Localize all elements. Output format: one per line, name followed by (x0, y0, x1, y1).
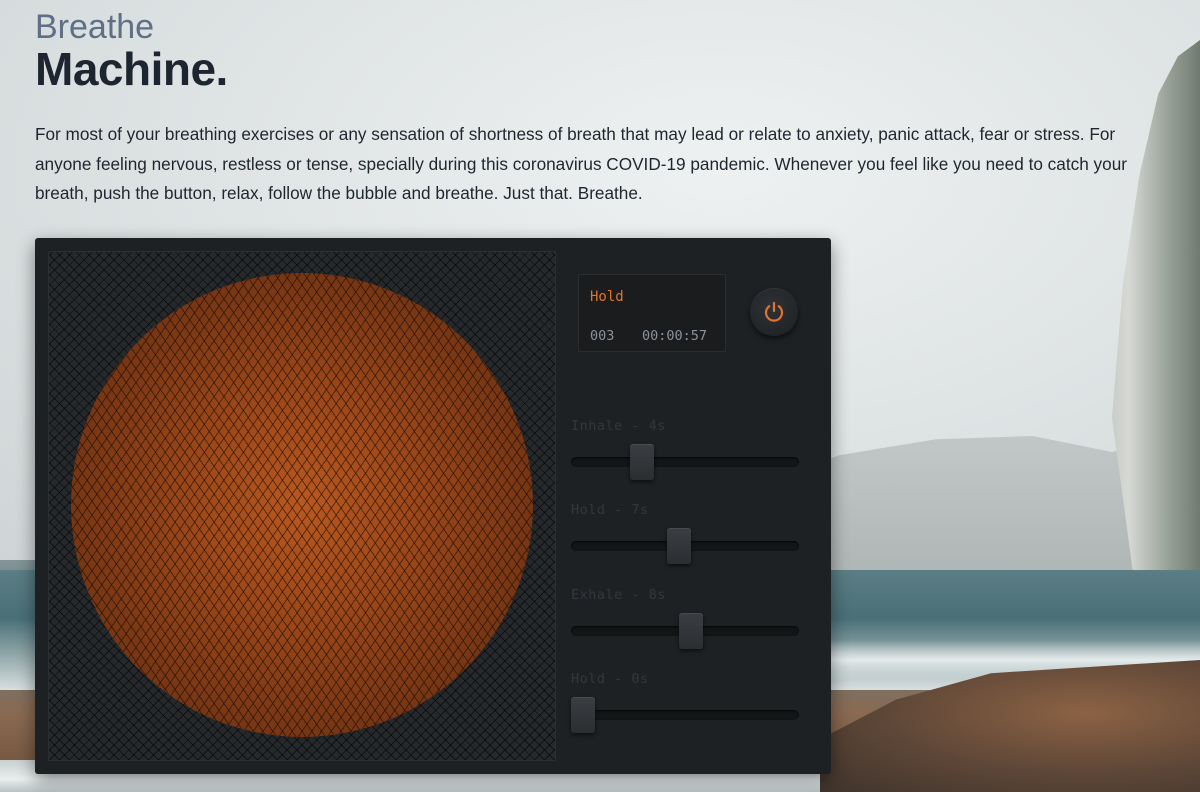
slider-thumb-hold-after[interactable] (571, 697, 595, 733)
status-display: Hold 003 00:00:57 (578, 274, 726, 352)
page-title-bold: Machine. (35, 43, 228, 95)
power-icon (764, 301, 784, 322)
slider-thumb-exhale[interactable] (679, 613, 704, 649)
phase-label: Hold (590, 289, 624, 305)
bubble-mesh (71, 273, 533, 737)
slider-label-inhale: Inhale - 4s (571, 418, 666, 434)
breath-bubble (71, 273, 533, 737)
power-button[interactable] (750, 288, 798, 336)
elapsed-timer: 00:00:57 (642, 328, 708, 344)
cycle-count: 003 (590, 328, 615, 344)
slider-track-inhale[interactable] (571, 457, 799, 467)
bubble-screen (48, 251, 556, 761)
slider-label-hold-after: Hold - 0s (571, 671, 649, 687)
slider-track-hold-after[interactable] (571, 710, 799, 720)
breathe-machine: Hold 003 00:00:57 Inhale - 4s Hold - 7s … (35, 238, 831, 774)
slider-thumb-hold[interactable] (666, 528, 691, 564)
intro-paragraph: For most of your breathing exercises or … (35, 124, 1127, 203)
slider-thumb-inhale[interactable] (630, 444, 655, 480)
slider-label-exhale: Exhale - 8s (571, 587, 666, 603)
slider-label-hold: Hold - 7s (571, 502, 649, 518)
